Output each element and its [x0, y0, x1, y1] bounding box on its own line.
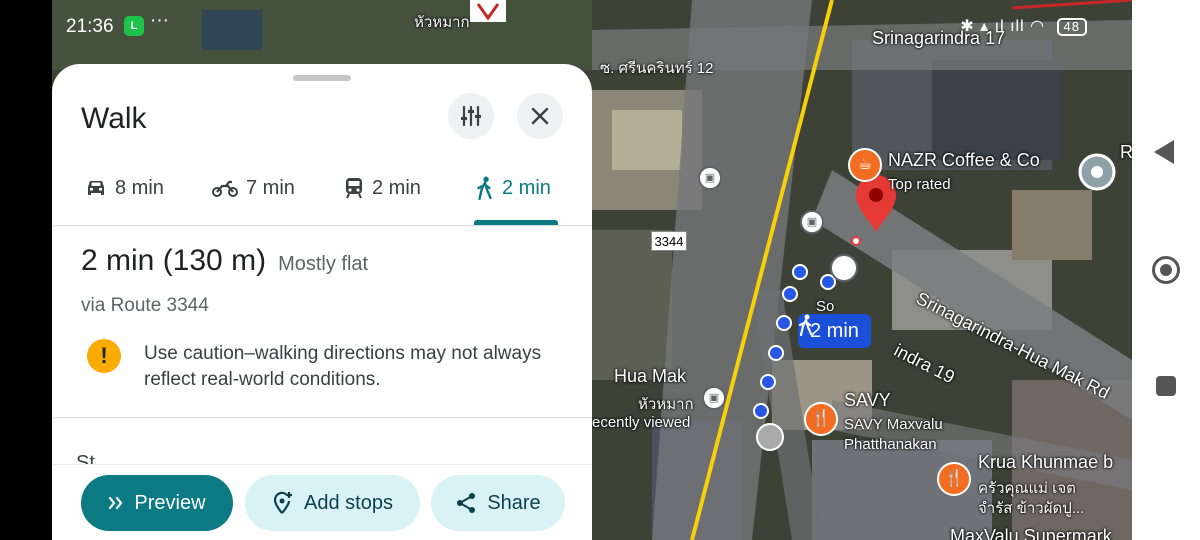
- drag-handle[interactable]: [293, 75, 351, 81]
- close-icon: [531, 107, 549, 125]
- divider: [52, 417, 592, 418]
- options-button[interactable]: [448, 93, 494, 139]
- preview-label: Preview: [134, 491, 206, 514]
- route-duration-chip[interactable]: 2 min: [798, 314, 871, 348]
- bus-stop-icon[interactable]: ▣: [698, 166, 722, 190]
- map-label-right-edge: R: [1120, 142, 1132, 162]
- route-summary: 2 min (130 m) Mostly flat: [81, 244, 368, 278]
- walk-icon: [798, 314, 813, 336]
- double-chevron-right-icon: [109, 496, 123, 510]
- system-indicators: ✱ ▴ ıl ıll ◠ 48: [960, 16, 1087, 36]
- action-bar: Preview Add stops Share: [52, 464, 592, 540]
- map-poi-krua[interactable]: Krua Khunmae b: [978, 452, 1113, 473]
- route-via: via Route 3344: [81, 295, 209, 316]
- map-label-hua-mak-th: หัวหมาก: [638, 396, 694, 413]
- active-tab-indicator: [474, 220, 558, 225]
- battery-indicator: 48: [1056, 18, 1087, 36]
- train-icon: [346, 178, 362, 199]
- travel-mode-tabs: 8 min 7 min 2 min 2 min: [52, 164, 592, 226]
- restaurant-icon[interactable]: 🍴: [937, 462, 971, 496]
- back-icon[interactable]: [1154, 140, 1174, 164]
- sheet-title: Walk: [81, 102, 147, 135]
- car-icon: [88, 181, 104, 195]
- tab-transit[interactable]: 2 min: [344, 176, 421, 200]
- route-shield: 3344: [651, 231, 687, 251]
- tab-drive[interactable]: 8 min: [85, 176, 164, 200]
- map-poi-nazr-sub: Top rated: [888, 176, 951, 193]
- share-label: Share: [487, 491, 541, 514]
- location-pin-icon[interactable]: [1078, 153, 1116, 191]
- origin-circle: [756, 423, 784, 451]
- share-icon: [457, 493, 476, 513]
- map-label-hua-mak-en: Hua Mak: [614, 366, 687, 386]
- preview-button[interactable]: Preview: [81, 475, 233, 531]
- map-label-maxvalu: MaxValu Supermark: [950, 526, 1112, 540]
- tab-walk-label: 2 min: [502, 176, 551, 199]
- warning-text: Use caution–walking directions may not a…: [144, 343, 542, 390]
- tab-drive-label: 8 min: [115, 176, 164, 199]
- destination-circle: [830, 254, 858, 282]
- status-time: 21:36: [66, 16, 114, 37]
- map-poi-savy[interactable]: SAVY: [844, 390, 891, 411]
- left-bezel: [0, 0, 52, 540]
- signal-icons: ✱ ▴ ıl ıll: [960, 18, 1025, 35]
- map-label-road-thai: ซ. ศรีนครินทร์ 12: [600, 60, 714, 77]
- add-location-icon: [273, 491, 293, 514]
- add-stops-button[interactable]: Add stops: [245, 475, 420, 531]
- tab-walk[interactable]: 2 min: [476, 176, 551, 200]
- motorcycle-icon: [212, 180, 238, 197]
- map-poi-savy-sub1: SAVY Maxvalu: [844, 416, 943, 433]
- sliders-icon: [461, 105, 481, 127]
- tab-transit-label: 2 min: [372, 176, 421, 199]
- map-label-recently-viewed: ecently viewed: [592, 414, 691, 431]
- home-icon[interactable]: [1152, 256, 1180, 284]
- map-poi-savy-sub2: Phatthanakan: [844, 436, 937, 453]
- line-chat-icon: L: [124, 16, 144, 36]
- status-bar: 21:36 L ··· ✱ ▴ ıl ıll ◠ 48: [52, 0, 1132, 50]
- route-chip-label: 2 min: [810, 319, 859, 342]
- restaurant-icon[interactable]: 🍴: [804, 402, 838, 436]
- directions-sheet: Walk 8 min 7 min 2 min 2 min 2 min (130 …: [52, 64, 592, 540]
- map-poi-krua-th2: จำรัส ข้าวผัดปู...: [978, 500, 1085, 517]
- status-more: ···: [150, 10, 169, 31]
- coffee-icon[interactable]: ☕: [848, 148, 882, 182]
- bus-stop-icon[interactable]: ▣: [800, 210, 824, 234]
- wifi-icon: ◠: [1030, 18, 1046, 35]
- route-terrain: Mostly flat: [278, 253, 369, 275]
- tab-motorcycle-label: 7 min: [246, 176, 295, 199]
- walk-icon: [477, 176, 492, 200]
- route-duration: 2 min (130 m): [81, 244, 267, 277]
- map-label-so: So: [816, 298, 835, 315]
- bus-stop-icon[interactable]: ▣: [702, 386, 726, 410]
- add-stops-label: Add stops: [304, 491, 393, 514]
- recents-icon[interactable]: [1156, 376, 1176, 396]
- tab-motorcycle[interactable]: 7 min: [212, 176, 295, 200]
- close-button[interactable]: [517, 93, 563, 139]
- map-poi-nazr[interactable]: NAZR Coffee & Co: [888, 150, 1040, 171]
- warning-icon: !: [87, 339, 121, 373]
- share-button[interactable]: Share: [431, 475, 565, 531]
- system-nav-bar: [1132, 0, 1200, 540]
